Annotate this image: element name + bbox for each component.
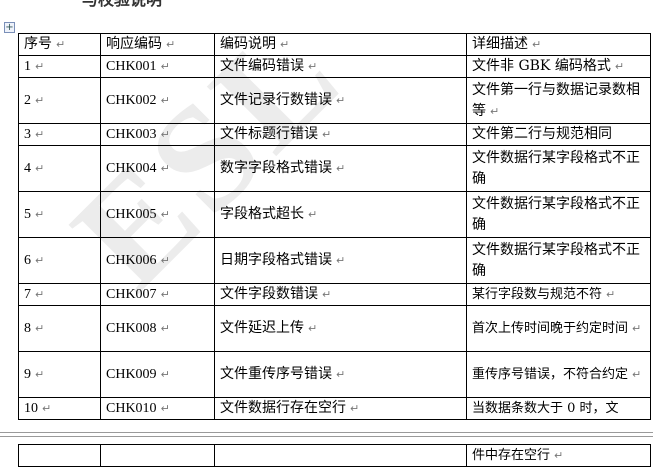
header-detail: 详细描述 ↵: [466, 33, 651, 56]
header-code: 响应编码 ↵: [100, 33, 215, 56]
page-break-divider: [0, 430, 653, 440]
header-seq: 序号 ↵: [18, 33, 101, 56]
header-explain: 编码说明 ↵: [214, 33, 467, 56]
table-row: 7 ↵ CHK007 ↵ 文件字段数错误 ↵ 某行字段数与规范不符 ↵: [18, 283, 651, 306]
section-heading: 与校验说明: [82, 0, 162, 10]
table-row: 2 ↵ CHK002 ↵ 文件记录行数错误 ↵ 文件第一行与数据记录数相等 ↵: [18, 77, 651, 124]
table-row: 件中存在空行 ↵: [18, 444, 651, 467]
continued-table-row: 件中存在空行 ↵: [18, 444, 651, 467]
response-code-table: 序号 ↵ 响应编码 ↵ 编码说明 ↵ 详细描述 ↵ 1 ↵ CHK001 ↵ 文件编码错误 ↵…: [18, 33, 651, 420]
table-row: 8 ↵ CHK008 ↵ 文件延迟上传 ↵ 首次上传时间晚于约定时间 ↵: [18, 305, 651, 352]
table-row: 6 ↵ CHK006 ↵ 日期字段格式错误 ↵ 文件数据行某字段格式不正确: [18, 237, 651, 284]
table-row: 9 ↵ CHK009 ↵ 文件重传序号错误 ↵ 重传序号错误，不符合约定 ↵: [18, 351, 651, 398]
table-row: 10 ↵ CHK010 ↵ 文件数据行存在空行 ↵ 当数据条数大于 0 时，文: [18, 397, 651, 420]
table-header-row: 序号 ↵ 响应编码 ↵ 编码说明 ↵ 详细描述 ↵: [18, 33, 651, 56]
table-row: 4 ↵ CHK004 ↵ 数字字段格式错误 ↵ 文件数据行某字段格式不正确: [18, 145, 651, 192]
table-row: 1 ↵ CHK001 ↵ 文件编码错误 ↵ 文件非 GBK 编码格式 ↵: [18, 55, 651, 78]
table-move-handle-icon[interactable]: +: [4, 22, 15, 33]
table-row: 5 ↵ CHK005 ↵ 字段格式超长 ↵ 文件数据行某字段格式不正确: [18, 191, 651, 238]
table-row: 3 ↵ CHK003 ↵ 文件标题行错误 ↵ 文件第二行与规范相同: [18, 123, 651, 146]
